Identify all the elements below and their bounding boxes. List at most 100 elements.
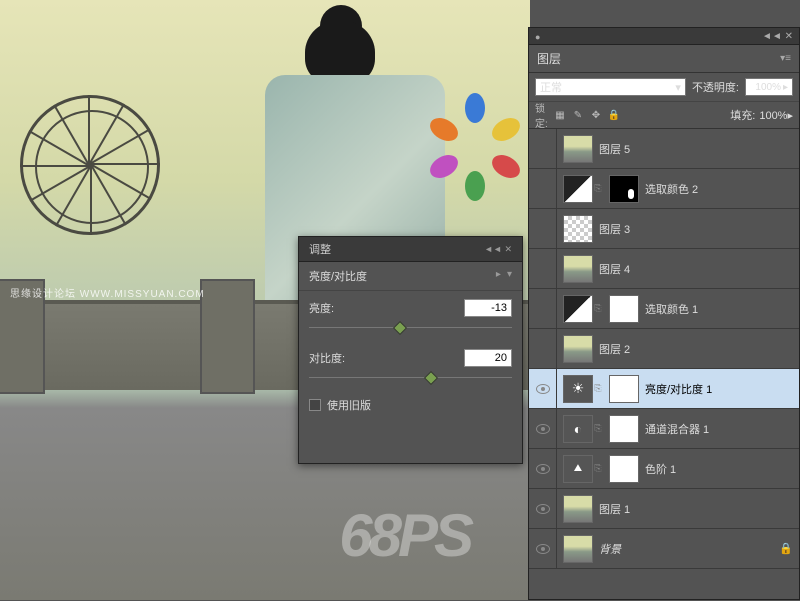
layer-mask-thumbnail[interactable]: [609, 415, 639, 443]
contrast-input[interactable]: [464, 349, 512, 367]
opacity-label: 不透明度:: [692, 79, 739, 95]
layers-panel[interactable]: 图层 ▾≡ 正常 ▾ 不透明度: 100%▸ 锁定: ▦ ✎ ✥ 🔒 填充: 1…: [528, 44, 800, 600]
layer-item[interactable]: 图层 2: [529, 329, 799, 369]
layer-mask-thumbnail[interactable]: [609, 375, 639, 403]
layer-thumbnail[interactable]: [563, 255, 593, 283]
layer-item[interactable]: 图层 5: [529, 129, 799, 169]
layer-thumbnail[interactable]: [563, 535, 593, 563]
layer-name[interactable]: 图层 4: [599, 261, 799, 277]
layer-item[interactable]: ☀⎘ 亮度/对比度 1: [529, 369, 799, 409]
contrast-slider[interactable]: [309, 371, 512, 385]
blend-mode-dropdown[interactable]: 正常 ▾: [535, 78, 686, 96]
layer-visibility-toggle[interactable]: [529, 449, 557, 488]
layer-visibility-toggle[interactable]: [529, 409, 557, 448]
brightness-slider[interactable]: [309, 321, 512, 335]
adjustments-tab-label: 调整: [309, 241, 331, 257]
layer-thumbnail[interactable]: [563, 175, 593, 203]
layer-name[interactable]: 亮度/对比度 1: [645, 381, 799, 397]
layer-visibility-toggle[interactable]: [529, 129, 557, 168]
lock-icon: 🔒: [779, 542, 799, 555]
layer-visibility-toggle[interactable]: [529, 249, 557, 288]
eye-icon: [536, 464, 550, 474]
layer-item[interactable]: ⛰⎘ 色阶 1: [529, 449, 799, 489]
layer-visibility-toggle[interactable]: [529, 169, 557, 208]
layer-item[interactable]: 图层 1: [529, 489, 799, 529]
layer-name[interactable]: 通道混合器 1: [645, 421, 799, 437]
layer-name[interactable]: 选取颜色 2: [645, 181, 799, 197]
link-icon: ⎘: [593, 303, 603, 314]
layer-name[interactable]: 图层 3: [599, 221, 799, 237]
tab-dot: ●: [535, 32, 540, 42]
layer-thumbnail[interactable]: [563, 215, 593, 243]
lock-paint-icon[interactable]: ✎: [571, 108, 585, 122]
layer-thumbnail[interactable]: ⛰: [563, 455, 593, 483]
layer-thumbnail[interactable]: [563, 135, 593, 163]
lock-all-icon[interactable]: 🔒: [607, 108, 621, 122]
layers-list[interactable]: 图层 5⎘选取颜色 2图层 3图层 4⎘选取颜色 1图层 2☀⎘亮度/对比度 1…: [529, 129, 799, 601]
layer-name[interactable]: 图层 5: [599, 141, 799, 157]
eye-icon: [536, 544, 550, 554]
layers-panel-tabbar[interactable]: ● ◄◄ ✕: [528, 27, 800, 45]
layer-mask-thumbnail[interactable]: [609, 175, 639, 203]
blend-mode-value: 正常: [540, 79, 562, 95]
layer-thumbnail[interactable]: [563, 495, 593, 523]
lock-transparent-icon[interactable]: ▦: [553, 108, 567, 122]
chevron-icon: ▸: [783, 82, 788, 93]
layer-item[interactable]: ⎘ 选取颜色 1: [529, 289, 799, 329]
layer-visibility-toggle[interactable]: [529, 369, 557, 408]
chevron-icon: ▸: [787, 110, 793, 122]
layer-visibility-toggle[interactable]: [529, 489, 557, 528]
auto-button[interactable]: ▸: [496, 269, 501, 280]
preset-dropdown[interactable]: ▾: [507, 269, 512, 280]
adjustment-title: 亮度/对比度: [309, 268, 367, 284]
chevron-down-icon: ▾: [675, 81, 681, 94]
layer-thumbnail[interactable]: [563, 295, 593, 323]
stamp-text: 68PS: [339, 501, 470, 570]
layer-name[interactable]: 色阶 1: [645, 461, 799, 477]
waterwheel-graphic: [20, 95, 160, 235]
eye-icon: [536, 504, 550, 514]
eye-icon: [536, 424, 550, 434]
layer-item[interactable]: ◐⎘ 通道混合器 1: [529, 409, 799, 449]
layer-visibility-toggle[interactable]: [529, 209, 557, 248]
layer-name[interactable]: 图层 2: [599, 341, 799, 357]
opacity-input[interactable]: 100%▸: [745, 78, 793, 96]
layer-name[interactable]: 图层 1: [599, 501, 799, 517]
layer-name[interactable]: 背景: [599, 541, 779, 557]
link-icon: ⎘: [593, 463, 603, 474]
link-icon: ⎘: [593, 383, 603, 394]
layer-item[interactable]: ⎘ 选取颜色 2: [529, 169, 799, 209]
layer-item[interactable]: 图层 4: [529, 249, 799, 289]
layer-thumbnail[interactable]: ☀: [563, 375, 593, 403]
brightness-input[interactable]: [464, 299, 512, 317]
panel-close-icon[interactable]: ◄◄ ✕: [762, 31, 793, 42]
link-icon: ⎘: [593, 183, 603, 194]
adjustments-tab[interactable]: 调整 ◄◄ ✕: [299, 237, 522, 262]
use-legacy-label: 使用旧版: [327, 397, 371, 413]
use-legacy-checkbox[interactable]: [309, 399, 321, 411]
layer-visibility-toggle[interactable]: [529, 529, 557, 568]
layer-item[interactable]: 图层 3: [529, 209, 799, 249]
layer-thumbnail[interactable]: ◐: [563, 415, 593, 443]
layer-thumbnail[interactable]: [563, 335, 593, 363]
lock-label: 锁定:: [535, 108, 549, 122]
link-icon: ⎘: [593, 423, 603, 434]
layer-item[interactable]: 背景🔒: [529, 529, 799, 569]
layer-mask-thumbnail[interactable]: [609, 295, 639, 323]
fill-label: 填充:: [730, 107, 755, 123]
layer-name[interactable]: 选取颜色 1: [645, 301, 799, 317]
layer-visibility-toggle[interactable]: [529, 329, 557, 368]
layers-panel-title: 图层: [537, 50, 561, 67]
fill-input[interactable]: 100%▸: [759, 109, 793, 122]
contrast-label: 对比度:: [309, 350, 345, 366]
layer-visibility-toggle[interactable]: [529, 289, 557, 328]
adjustments-panel[interactable]: 调整 ◄◄ ✕ 亮度/对比度 ▸ ▾ 亮度: 对比度: 使用旧版: [298, 236, 523, 464]
panel-collapse-icon[interactable]: ◄◄ ✕: [484, 244, 512, 255]
layers-panel-menu-icon[interactable]: ▾≡: [780, 53, 791, 64]
lock-position-icon[interactable]: ✥: [589, 108, 603, 122]
pinwheel-graphic: [445, 105, 505, 165]
watermark-text: 思缘设计论坛 WWW.MISSYUAN.COM: [10, 285, 205, 300]
brightness-label: 亮度:: [309, 300, 334, 316]
layer-mask-thumbnail[interactable]: [609, 455, 639, 483]
eye-icon: [536, 384, 550, 394]
